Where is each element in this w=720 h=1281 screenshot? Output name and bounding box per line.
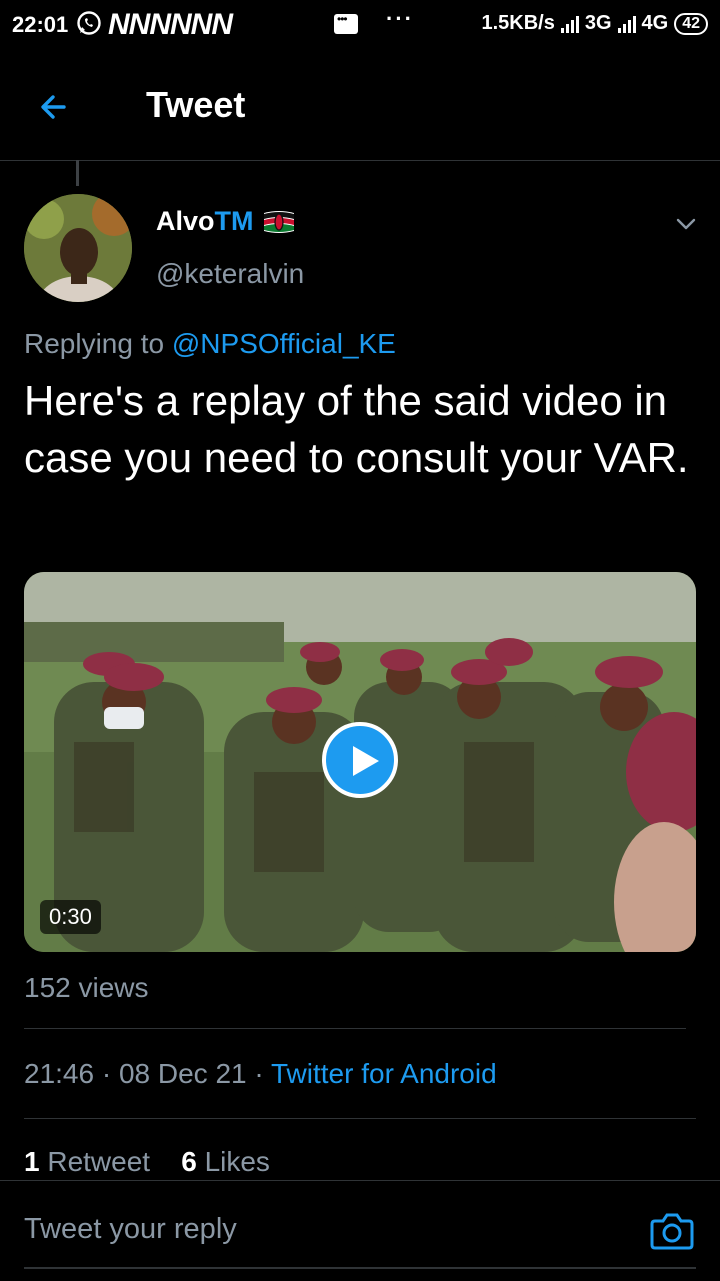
- divider: [24, 1028, 686, 1029]
- top-app-bar: Tweet: [0, 50, 720, 161]
- message-icon: [334, 12, 358, 34]
- likes-count: 6: [181, 1146, 197, 1177]
- net-speed: 1.5KB/s: [481, 12, 555, 34]
- likes-label: Likes: [204, 1146, 270, 1177]
- battery-icon: 42: [674, 12, 708, 35]
- tweet-meta: 21:46 · 08 Dec 21 · Twitter for Android: [24, 1058, 497, 1090]
- retweets-stat[interactable]: 1 Retweet: [24, 1146, 150, 1177]
- replying-prefix: Replying to: [24, 328, 165, 359]
- likes-stat[interactable]: 6 Likes: [181, 1146, 270, 1177]
- camera-icon[interactable]: [650, 1211, 694, 1251]
- status-bar: 22:01 NNNNNN ··· 1.5KB/s 3G 4G 42: [0, 0, 720, 50]
- replying-to-link[interactable]: @NPSOfficial_KE: [172, 328, 396, 359]
- view-count: 152 views: [24, 972, 149, 1003]
- thread-connector: [76, 160, 79, 186]
- author-handle[interactable]: @keteralvin: [156, 258, 304, 290]
- author-name-accent: TM: [214, 206, 254, 236]
- whatsapp-icon: [77, 11, 101, 35]
- chevron-down-icon[interactable]: [672, 210, 700, 238]
- play-button[interactable]: [322, 722, 398, 798]
- author-name: Alvo: [156, 206, 215, 236]
- more-notifications: ···: [386, 6, 414, 31]
- signal-icon: [560, 15, 579, 33]
- status-time: 22:01: [12, 12, 69, 37]
- tweet-stats: 1 Retweet 6 Likes: [24, 1146, 270, 1178]
- kenya-flag-icon: [263, 210, 294, 233]
- avatar-image: [24, 194, 132, 302]
- notification-icons: NNNNNN: [108, 8, 233, 41]
- signal-icon: [617, 15, 636, 33]
- network-type-1: 3G: [584, 12, 612, 34]
- video-duration: 0:30: [40, 900, 101, 934]
- reply-bar: Tweet your reply: [0, 1180, 720, 1281]
- network-type-2: 4G: [641, 12, 669, 34]
- page-title: Tweet: [146, 84, 246, 125]
- video-thumbnail[interactable]: 0:30: [24, 572, 696, 952]
- arrow-left-icon[interactable]: [32, 84, 78, 130]
- retweets-label: Retweet: [47, 1146, 151, 1177]
- status-right: 1.5KB/s 3G 4G 42: [481, 12, 708, 35]
- separator: ·: [101, 1058, 112, 1089]
- tweet-text: Here's a replay of the said video in cas…: [24, 377, 689, 481]
- tweet-source[interactable]: Twitter for Android: [271, 1058, 497, 1089]
- avatar[interactable]: [24, 194, 132, 302]
- author-name-row[interactable]: Alvo TM: [156, 206, 296, 237]
- reply-underline: [24, 1267, 696, 1269]
- divider: [24, 1118, 696, 1119]
- tweet-time: 21:46: [24, 1058, 95, 1089]
- retweets-count: 1: [24, 1146, 40, 1177]
- tweet-date: 08 Dec 21: [118, 1058, 247, 1089]
- replying-to: Replying to @NPSOfficial_KE: [24, 328, 396, 360]
- separator: ·: [254, 1058, 264, 1089]
- reply-input[interactable]: Tweet your reply: [24, 1213, 237, 1246]
